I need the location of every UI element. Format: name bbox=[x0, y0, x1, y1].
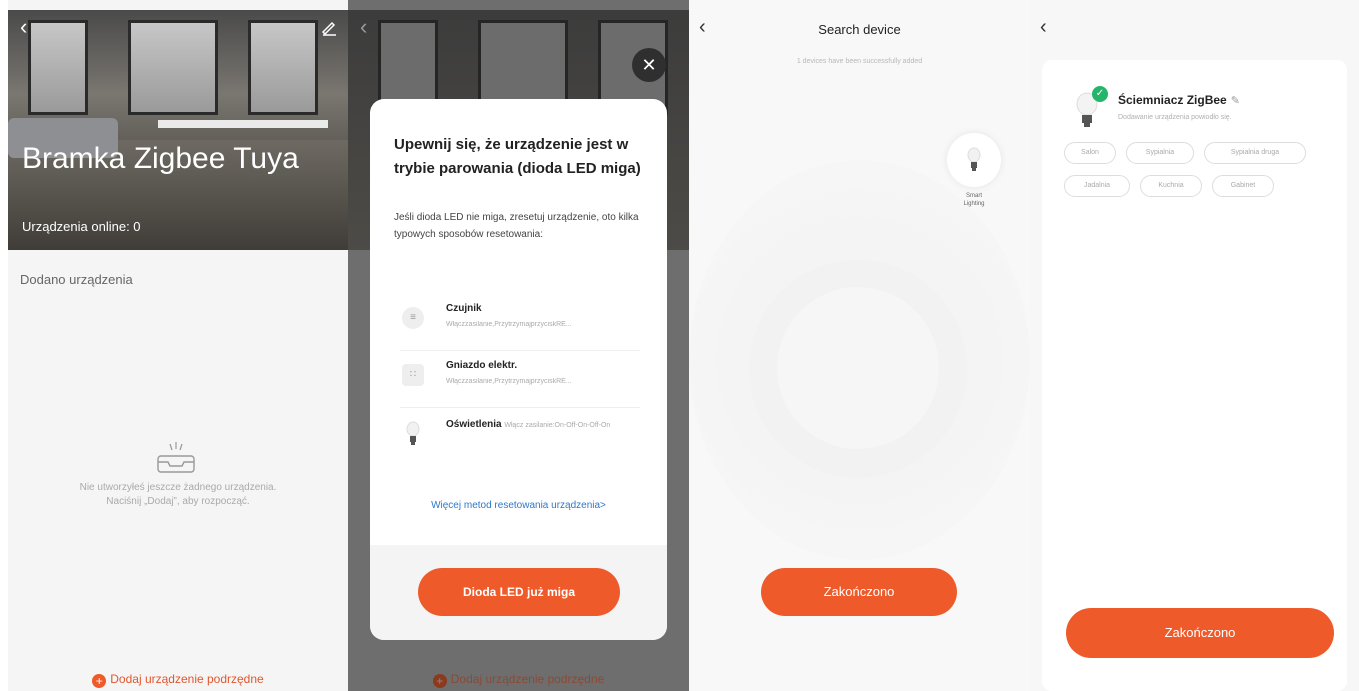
back-chevron-icon[interactable]: ‹ bbox=[1040, 16, 1047, 39]
add-subdevice-label: Dodaj urządzenie podrzędne bbox=[110, 672, 264, 686]
method-name: Gniazdo elektr. bbox=[446, 360, 518, 371]
search-device-screen: ‹ Search device 1 devices have been succ… bbox=[689, 0, 1030, 691]
sensor-icon: ≡ bbox=[402, 307, 424, 329]
hero-window bbox=[248, 20, 318, 115]
close-icon[interactable]: ✕ bbox=[632, 48, 666, 82]
nav-bar: ‹ Search device bbox=[689, 0, 1030, 44]
room-chip[interactable]: Jadalnia bbox=[1064, 175, 1130, 197]
add-subdevice-button: + Dodaj urządzenie podrzędne bbox=[348, 672, 689, 688]
method-description: Włącz zasilanie:On-Off-On-Off-On bbox=[504, 422, 611, 429]
device-name-text: Ściemniacz ZigBee bbox=[1118, 93, 1227, 107]
empty-box-icon bbox=[157, 442, 195, 473]
device-added-screen: ‹ ✓ Ściemniacz ZigBee ✎ Dodawanie urządze… bbox=[1030, 0, 1359, 691]
method-description: Włączzasilanie,PrzytrzymajprzyciskRE... bbox=[446, 378, 572, 385]
reset-method-sensor[interactable]: ≡ Czujnik Włączzasilanie,Przytrzymajprzy… bbox=[400, 295, 640, 351]
hero-window bbox=[128, 20, 218, 115]
edit-pencil-icon[interactable] bbox=[320, 18, 338, 36]
done-button[interactable]: Zakończono bbox=[1066, 608, 1334, 658]
room-chip[interactable]: Gabinet bbox=[1212, 175, 1274, 197]
hero-image bbox=[8, 10, 348, 250]
page-title: Search device bbox=[818, 22, 901, 37]
empty-line-2: Naciśnij „Dodaj”, aby rozpocząć. bbox=[106, 496, 250, 507]
pairing-modal: Upewnij się, że urządzenie jest w trybie… bbox=[370, 99, 667, 640]
found-device-bubble[interactable] bbox=[947, 133, 1001, 187]
modal-title: Upewnij się, że urządzenie jest w trybie… bbox=[394, 136, 641, 177]
empty-line-1: Nie utworzyłeś jeszcze żadnego urządzeni… bbox=[79, 482, 277, 493]
gateway-screen: ‹ Bramka Zigbee Tuya Urządzenia online: … bbox=[8, 0, 348, 691]
method-name: Oświetlenia bbox=[446, 419, 502, 430]
modal-description: Jeśli dioda LED nie miga, zresetuj urząd… bbox=[394, 212, 639, 240]
bulb-icon bbox=[967, 147, 981, 171]
device-name[interactable]: Ściemniacz ZigBee ✎ bbox=[1118, 93, 1240, 107]
socket-icon: ∷ bbox=[402, 364, 424, 386]
plus-icon: + bbox=[92, 674, 107, 688]
method-description: Włączzasilanie,PrzytrzymajprzyciskRE... bbox=[446, 321, 572, 328]
reset-method-lighting[interactable]: Oświetlenia Włącz zasilanie:On-Off-On-Of… bbox=[400, 409, 640, 479]
plus-icon: + bbox=[432, 674, 447, 688]
add-subdevice-button[interactable]: + Dodaj urządzenie podrzędne bbox=[8, 672, 348, 688]
added-devices-heading: Dodano urządzenia bbox=[20, 272, 133, 287]
method-name: Czujnik bbox=[446, 303, 482, 314]
more-reset-methods-link[interactable]: Więcej metod resetowania urządzenia> bbox=[370, 500, 667, 511]
reset-method-socket[interactable]: ∷ Gniazdo elektr. Włączzasilanie,Przytrz… bbox=[400, 352, 640, 408]
back-chevron-icon[interactable]: ‹ bbox=[20, 14, 27, 40]
search-status: 1 devices have been successfully added bbox=[796, 58, 923, 65]
rename-pencil-icon[interactable]: ✎ bbox=[1231, 94, 1240, 107]
add-status: Dodawanie urządzenia powiodło się. bbox=[1118, 114, 1232, 121]
room-chip[interactable]: Kuchnia bbox=[1140, 175, 1202, 197]
hero-table bbox=[158, 120, 328, 128]
back-chevron-icon: ‹ bbox=[360, 14, 368, 39]
room-chip[interactable]: Salon bbox=[1064, 142, 1116, 164]
led-blinking-button[interactable]: Dioda LED już miga bbox=[418, 568, 620, 616]
pairing-modal-screen: ‹ ✕ Upewnij się, że urządzenie jest w tr… bbox=[348, 0, 689, 691]
success-check-icon: ✓ bbox=[1092, 86, 1108, 102]
room-chip[interactable]: Sypialnia bbox=[1126, 142, 1194, 164]
online-count: Urządzenia online: 0 bbox=[22, 219, 141, 234]
empty-state-message: Nie utworzyłeś jeszcze żadnego urządzeni… bbox=[28, 481, 328, 509]
gateway-title: Bramka Zigbee Tuya bbox=[22, 142, 299, 175]
add-subdevice-label: Dodaj urządzenie podrzędne bbox=[450, 672, 605, 686]
bulb-icon bbox=[406, 421, 420, 445]
device-label-line-1: Smart bbox=[965, 193, 982, 199]
radar-ring-inner bbox=[777, 287, 939, 449]
device-label-line-2: Lighting bbox=[963, 201, 985, 207]
hero-window bbox=[28, 20, 88, 115]
method-text: Oświetlenia Włącz zasilanie:On-Off-On-Of… bbox=[446, 417, 636, 434]
done-button[interactable]: Zakończono bbox=[761, 568, 957, 616]
found-device-label: Smart Lighting bbox=[947, 192, 1001, 208]
room-chip[interactable]: Sypialnia druga bbox=[1204, 142, 1306, 164]
